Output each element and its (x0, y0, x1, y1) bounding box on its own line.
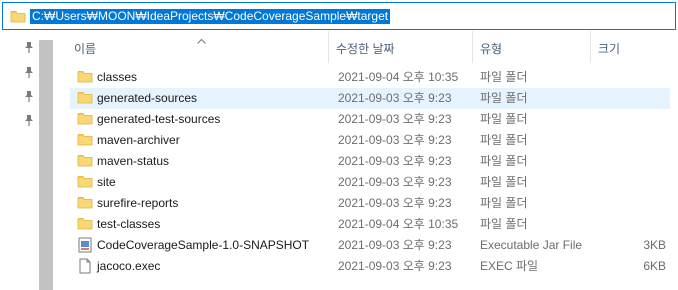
folder-icon (77, 132, 93, 149)
navigation-pane (0, 31, 38, 290)
file-type: 파일 폴더 (480, 175, 528, 189)
column-divider[interactable] (328, 31, 329, 63)
file-size: 3KB (643, 238, 666, 252)
file-name: site (97, 175, 116, 189)
file-name: maven-archiver (97, 133, 180, 147)
file-row[interactable]: surefire-reports 2021-09-03 오후 9:23 파일 폴… (70, 193, 670, 214)
file-type: 파일 폴더 (480, 154, 528, 168)
file-name: surefire-reports (97, 196, 179, 210)
file-type: 파일 폴더 (480, 91, 528, 105)
sort-ascending-icon (197, 33, 206, 47)
file-type: 파일 폴더 (480, 217, 528, 231)
file-type: Executable Jar File (480, 238, 583, 252)
folder-icon (77, 216, 93, 233)
file-name: maven-status (97, 154, 170, 168)
file-name: classes (97, 70, 138, 84)
file-date: 2021-09-03 오후 9:23 (338, 238, 452, 252)
file-row[interactable]: jacoco.exec 2021-09-03 오후 9:23 EXEC 파일 6… (70, 256, 670, 277)
file-date: 2021-09-03 오후 9:23 (338, 112, 452, 126)
folder-icon (77, 195, 93, 212)
file-size: 6KB (643, 259, 666, 273)
file-name: jacoco.exec (97, 259, 161, 273)
pin-icon[interactable] (24, 66, 34, 81)
file-name: generated-sources (97, 91, 198, 105)
pin-icon[interactable] (24, 41, 34, 56)
pin-icon[interactable] (24, 90, 34, 105)
column-header-size[interactable]: 크기 (598, 40, 620, 57)
folder-icon (77, 111, 93, 128)
file-type: 파일 폴더 (480, 112, 528, 126)
column-header-name[interactable]: 이름 (74, 40, 96, 57)
column-header-type[interactable]: 유형 (480, 40, 502, 57)
file-type: 파일 폴더 (480, 196, 528, 210)
address-path[interactable]: C:₩Users₩MOON₩IdeaProjects₩CodeCoverageS… (30, 9, 391, 24)
file-date: 2021-09-03 오후 9:23 (338, 133, 452, 147)
column-header-row: 이름 수정한 날짜 유형 크기 (56, 31, 678, 61)
file-icon (77, 258, 93, 277)
folder-icon (10, 9, 26, 26)
column-divider[interactable] (590, 31, 591, 63)
file-date: 2021-09-03 오후 9:23 (338, 91, 452, 105)
nav-scrollbar[interactable] (39, 40, 53, 290)
file-name: test-classes (97, 217, 161, 231)
file-date: 2021-09-03 오후 9:23 (338, 175, 452, 189)
address-bar[interactable]: C:₩Users₩MOON₩IdeaProjects₩CodeCoverageS… (2, 2, 676, 30)
file-date: 2021-09-03 오후 9:23 (338, 259, 452, 273)
folder-icon (77, 69, 93, 86)
file-type: 파일 폴더 (480, 70, 528, 84)
file-date: 2021-09-04 오후 10:35 (338, 70, 459, 84)
file-row[interactable]: maven-status 2021-09-03 오후 9:23 파일 폴더 (70, 151, 670, 172)
file-row[interactable]: classes 2021-09-04 오후 10:35 파일 폴더 (70, 67, 670, 88)
file-row[interactable]: site 2021-09-03 오후 9:23 파일 폴더 (70, 172, 670, 193)
file-name: generated-test-sources (97, 112, 221, 126)
file-date: 2021-09-03 오후 9:23 (338, 154, 452, 168)
file-type: EXEC 파일 (480, 259, 539, 273)
folder-icon (77, 174, 93, 191)
file-row[interactable]: maven-archiver 2021-09-03 오후 9:23 파일 폴더 (70, 130, 670, 151)
file-row[interactable]: test-classes 2021-09-04 오후 10:35 파일 폴더 (70, 214, 670, 235)
folder-icon (77, 90, 93, 107)
file-row[interactable]: CodeCoverageSample-1.0-SNAPSHOT 2021-09-… (70, 235, 670, 256)
column-header-date[interactable]: 수정한 날짜 (336, 40, 395, 57)
folder-icon (77, 153, 93, 170)
file-name: CodeCoverageSample-1.0-SNAPSHOT (97, 238, 310, 252)
column-divider[interactable] (472, 31, 473, 63)
jar-file-icon (77, 237, 93, 256)
file-row[interactable]: generated-test-sources 2021-09-03 오후 9:2… (70, 109, 670, 130)
pin-icon[interactable] (24, 114, 34, 129)
nav-scrollbar-thumb[interactable] (39, 40, 53, 290)
file-date: 2021-09-04 오후 10:35 (338, 217, 459, 231)
file-row[interactable]: generated-sources 2021-09-03 오후 9:23 파일 … (70, 88, 670, 109)
file-type: 파일 폴더 (480, 133, 528, 147)
file-date: 2021-09-03 오후 9:23 (338, 196, 452, 210)
